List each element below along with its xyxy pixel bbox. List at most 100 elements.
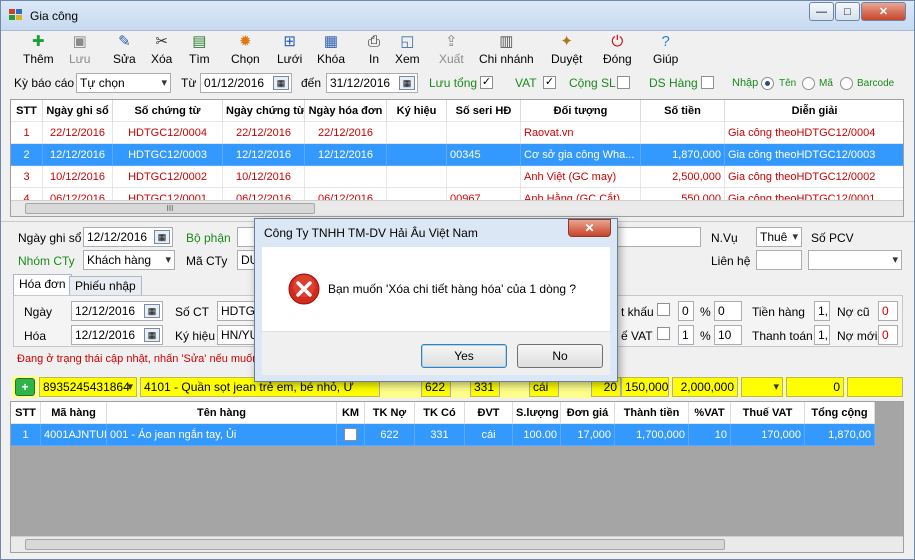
luu-tong-checkbox[interactable]: ✓ — [480, 76, 493, 89]
amount-input[interactable]: 2,000,000 — [672, 377, 738, 397]
calendar-icon[interactable]: ▦ — [154, 230, 170, 244]
column-header[interactable]: KM — [337, 402, 365, 424]
chiet-khau-a-input[interactable]: 0 — [678, 301, 694, 321]
sua-button[interactable]: ✎ Sửa — [113, 33, 136, 69]
lien-he-input[interactable] — [756, 250, 802, 270]
xoa-button[interactable]: ✂ Xóa — [151, 33, 172, 69]
horizontal-scrollbar[interactable]: III — [11, 200, 903, 216]
giup-button[interactable]: ? Giúp — [653, 33, 678, 69]
column-header[interactable]: Đối tượng — [521, 100, 641, 122]
nvu-select[interactable]: Thuê — [756, 227, 802, 247]
ky-bao-cao-select[interactable]: Tự chọn — [76, 73, 171, 93]
horizontal-scrollbar[interactable] — [11, 536, 903, 552]
column-header[interactable]: Số tiền — [641, 100, 725, 122]
thanh-toan-input[interactable]: 1, — [814, 325, 830, 345]
no-cu-input[interactable]: 0 — [878, 301, 898, 321]
them-button[interactable]: ✚ Thêm — [23, 33, 54, 69]
calendar-icon[interactable]: ▦ — [144, 304, 160, 318]
km-checkbox[interactable] — [344, 428, 357, 441]
column-header[interactable]: STT — [11, 402, 41, 424]
column-header[interactable]: ĐVT — [465, 402, 513, 424]
column-header[interactable]: %VAT — [689, 402, 731, 424]
column-header[interactable]: Ngày ghi sổ — [43, 100, 113, 122]
dialog-close-button[interactable]: ✕ — [568, 219, 611, 237]
column-header[interactable]: Số seri HĐ — [447, 100, 521, 122]
vat-checkbox[interactable]: ✓ — [543, 76, 556, 89]
nhom-cty-select[interactable]: Khách hàng — [83, 250, 175, 270]
table-row[interactable]: 3 10/12/2016 HDTGC12/0002 10/12/2016 Anh Việ… — [11, 166, 903, 188]
column-header[interactable]: Diễn giải — [725, 100, 903, 122]
calendar-icon[interactable]: ▦ — [273, 76, 289, 90]
scrollbar-thumb[interactable]: III — [25, 203, 315, 214]
khoa-button[interactable]: ▦ Khóa — [317, 33, 345, 69]
tab-phieu-nhap[interactable]: Phiếu nhập — [69, 276, 142, 296]
yes-button[interactable]: Yes — [421, 344, 507, 368]
table-row[interactable]: 2 12/12/2016 HDTGC12/0003 12/12/2016 12/12/2… — [11, 144, 903, 166]
column-header[interactable]: Thành tiền — [615, 402, 689, 424]
duyet-button[interactable]: ✦ Duyệt — [551, 33, 582, 69]
column-header[interactable]: Ngày chứng từ — [223, 100, 305, 122]
column-header[interactable]: Tên hàng — [107, 402, 337, 424]
detail-row[interactable]: 1 4001AJNTUI 001 - Áo jean ngắn tay, Ủi 622… — [11, 424, 903, 446]
column-header[interactable]: TK Nợ — [365, 402, 415, 424]
calendar-icon[interactable]: ▦ — [399, 76, 415, 90]
vat-rate-checkbox[interactable] — [657, 327, 670, 340]
detail-header-row[interactable]: STT Mã hàng Tên hàng KM TK Nợ TK Có ĐVT S.lượng… — [11, 402, 903, 424]
column-header[interactable]: Đơn giá — [561, 402, 615, 424]
table-row[interactable]: 1 22/12/2016 HDTGC12/0004 22/12/2016 22/12/2… — [11, 122, 903, 144]
voucher-grid[interactable]: STT Ngày ghi sổ Số chứng từ Ngày chứng từ Ng… — [10, 99, 904, 217]
hoa-input[interactable]: 12/12/2016 ▦ — [71, 325, 163, 345]
ds-hang-checkbox[interactable] — [701, 76, 714, 89]
chiet-khau-checkbox[interactable] — [657, 303, 670, 316]
chiet-khau-b-input[interactable]: 0 — [714, 301, 742, 321]
dong-button[interactable]: ⏻ Đóng — [603, 33, 632, 69]
lien-he-select[interactable] — [808, 250, 902, 270]
table-header-row[interactable]: STT Ngày ghi sổ Số chứng từ Ngày chứng từ Ng… — [11, 100, 903, 122]
column-header[interactable]: S.lượng — [513, 402, 561, 424]
column-header[interactable]: TK Có — [415, 402, 465, 424]
chon-button[interactable]: ✹ Chọn — [231, 33, 260, 69]
column-header[interactable]: STT — [11, 100, 43, 122]
add-line-button[interactable]: + — [15, 378, 35, 396]
minimize-button[interactable]: — — [809, 2, 834, 21]
barcode-radio[interactable] — [840, 77, 853, 90]
den-date-input[interactable]: 31/12/2016 ▦ — [326, 73, 418, 93]
tab-hoa-don[interactable]: Hóa đơn — [13, 274, 72, 296]
close-button[interactable]: ✕ — [861, 2, 906, 21]
column-header[interactable]: Số chứng từ — [113, 100, 223, 122]
ngay-ghi-so-input[interactable]: 12/12/2016 ▦ — [83, 227, 173, 247]
ten-radio[interactable] — [761, 77, 774, 90]
column-header[interactable]: Mã hàng — [41, 402, 107, 424]
cong-sl-checkbox[interactable] — [617, 76, 630, 89]
so-ct-input[interactable]: HDTGC — [217, 301, 257, 321]
total-input[interactable] — [847, 377, 903, 397]
chi-nhanh-button[interactable]: ▥ Chi nhánh — [479, 33, 534, 69]
calendar-icon[interactable]: ▦ — [144, 328, 160, 342]
price-input[interactable]: 150,000 — [621, 377, 669, 397]
ma-radio[interactable] — [802, 77, 815, 90]
maximize-button[interactable]: □ — [835, 2, 860, 21]
no-button[interactable]: No — [517, 344, 603, 368]
bo-phan-name-input[interactable] — [613, 227, 701, 247]
tien-hang-input[interactable]: 1, — [814, 301, 830, 321]
vat-a-input[interactable]: 1 — [678, 325, 694, 345]
barcode-input[interactable]: 8935245431864 — [39, 377, 137, 397]
tim-button[interactable]: ▤ Tìm — [189, 33, 210, 69]
scrollbar-thumb[interactable] — [25, 539, 725, 550]
vat-rate-select[interactable] — [741, 377, 783, 397]
ky-hieu-input[interactable]: HN/YU — [217, 325, 257, 345]
column-header[interactable]: Ký hiệu — [387, 100, 447, 122]
luoi-button[interactable]: ⊞ Lưới — [277, 33, 302, 69]
no-moi-input[interactable]: 0 — [878, 325, 898, 345]
in-button[interactable]: ⎙ In — [365, 33, 383, 69]
tu-date-input[interactable]: 01/12/2016 ▦ — [200, 73, 292, 93]
ngay-input[interactable]: 12/12/2016 ▦ — [71, 301, 163, 321]
column-header[interactable]: Tổng cộng — [805, 402, 875, 424]
detail-grid[interactable]: STT Mã hàng Tên hàng KM TK Nợ TK Có ĐVT S.lượng… — [10, 401, 904, 553]
tax-input[interactable]: 0 — [786, 377, 844, 397]
column-header[interactable]: Ngày hóa đơn — [305, 100, 387, 122]
column-header[interactable]: Thuế VAT — [731, 402, 805, 424]
vat-b-input[interactable]: 10 — [714, 325, 742, 345]
km-checkbox-cell[interactable] — [337, 424, 365, 446]
xem-button[interactable]: ◱ Xem — [395, 33, 420, 69]
